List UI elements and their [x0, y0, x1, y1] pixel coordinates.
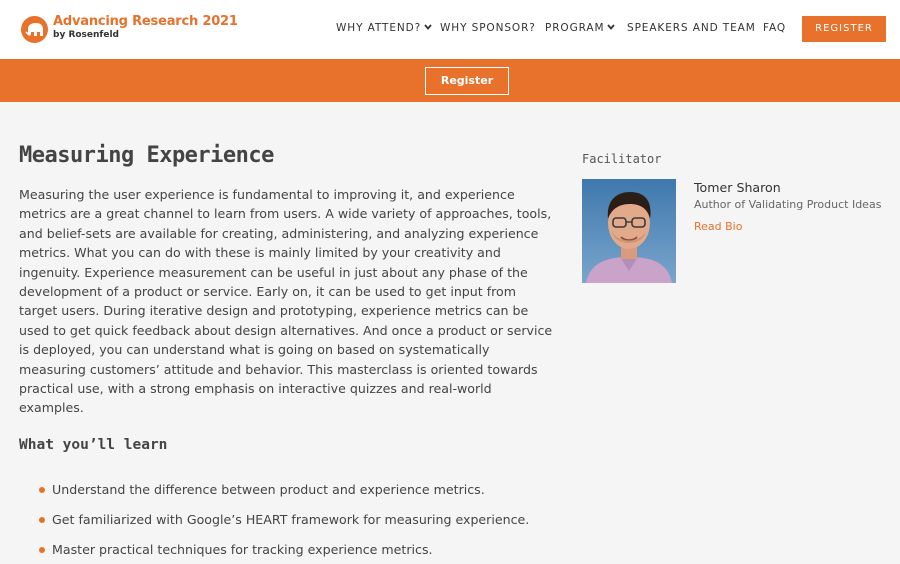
session-description: Measuring the user experience is fundame… — [19, 187, 553, 416]
person-portrait-icon — [582, 179, 676, 283]
brand-subtitle: by Rosenfeld — [53, 30, 119, 40]
list-item: Get familiarized with Google’s HEART fra… — [39, 511, 559, 541]
bullet-icon — [39, 547, 45, 553]
register-banner: Register — [0, 59, 900, 102]
learn-list: Understand the difference between produc… — [39, 481, 559, 564]
nav-item-label: FAQ — [763, 22, 787, 34]
chevron-down-icon — [607, 24, 616, 30]
list-item-text: Get familiarized with Google’s HEART fra… — [52, 512, 530, 527]
nav-item-label: PROGRAM — [545, 22, 605, 34]
site-header: Advancing Research 2021 by Rosenfeld WHY… — [0, 0, 900, 59]
nav-item-label: WHY ATTEND? — [336, 22, 422, 34]
facilitator-label: Facilitator — [582, 152, 662, 166]
bullet-icon — [39, 517, 45, 523]
facilitator-photo[interactable] — [582, 179, 676, 283]
bullet-icon — [39, 487, 45, 493]
nav-item-faq[interactable]: FAQ — [763, 22, 786, 36]
list-item: Understand the difference between produc… — [39, 481, 559, 511]
list-item-text: Master practical techniques for tracking… — [52, 542, 433, 557]
chevron-down-icon — [424, 24, 432, 30]
nav-item-why-sponsor[interactable]: WHY SPONSOR? — [440, 22, 536, 36]
facilitator-name[interactable]: Tomer Sharon — [694, 180, 781, 195]
nav-item-label: WHY SPONSOR? — [440, 22, 536, 34]
nav-item-program[interactable]: PROGRAM — [545, 22, 616, 36]
nav-item-label: SPEAKERS AND TEAM — [627, 22, 756, 34]
header-register-button[interactable]: REGISTER — [802, 16, 886, 42]
nav-item-speakers-and-team[interactable]: SPEAKERS AND TEAM — [627, 22, 756, 36]
banner-register-button[interactable]: Register — [425, 67, 509, 95]
elephant-icon — [21, 16, 48, 43]
list-item-text: Understand the difference between produc… — [52, 482, 485, 497]
list-item: Master practical techniques for tracking… — [39, 541, 559, 564]
brand-title: Advancing Research 2021 — [53, 14, 238, 29]
nav-item-why-attend[interactable]: WHY ATTEND? — [336, 22, 432, 36]
learn-heading: What you’ll learn — [19, 437, 168, 453]
page-title: Measuring Experience — [19, 143, 274, 168]
facilitator-role: Author of Validating Product Ideas — [694, 198, 882, 211]
read-bio-link[interactable]: Read Bio — [694, 220, 742, 233]
